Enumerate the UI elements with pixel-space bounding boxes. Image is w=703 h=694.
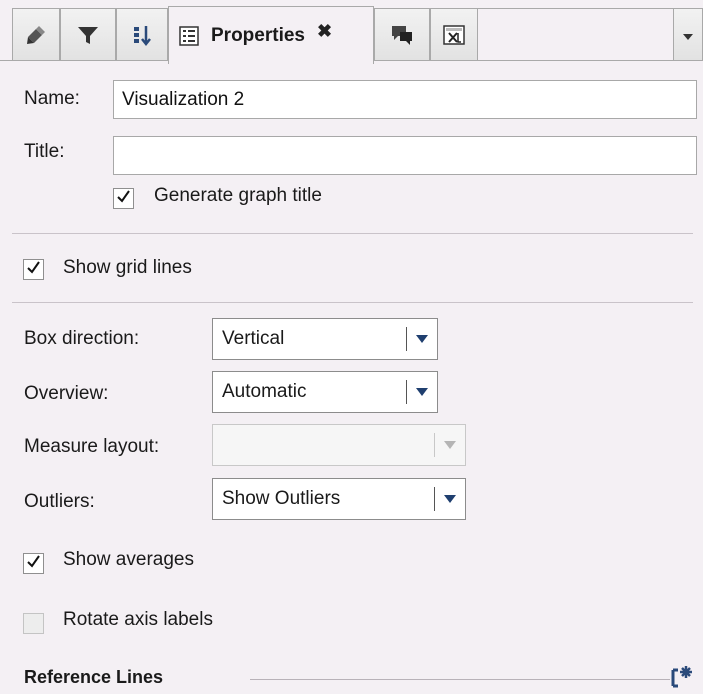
filter-icon — [77, 24, 99, 46]
chevron-down-icon[interactable] — [435, 495, 465, 503]
box-direction-select[interactable]: Vertical — [212, 318, 438, 360]
tab-properties[interactable]: Properties ✖ — [168, 6, 374, 64]
overview-label: Overview: — [24, 383, 109, 404]
tab-menu-button[interactable] — [673, 8, 703, 60]
name-label: Name: — [24, 88, 80, 109]
chevron-down-icon[interactable] — [407, 388, 437, 396]
reference-lines-heading: Reference Lines — [24, 667, 164, 687]
show-grid-label[interactable]: Show grid lines — [63, 257, 192, 279]
overview-select[interactable]: Automatic — [212, 371, 438, 413]
excel-icon — [443, 24, 465, 46]
show-averages-checkbox[interactable] — [23, 553, 44, 574]
checkmark-icon — [116, 188, 131, 210]
outliers-label: Outliers: — [24, 491, 95, 512]
tab-baseline — [374, 60, 703, 61]
tab-properties-label: Properties — [211, 24, 305, 46]
comments-icon — [390, 24, 414, 46]
tab-edit[interactable] — [12, 8, 60, 60]
add-icon — [670, 666, 694, 693]
add-reference-line-button[interactable] — [670, 664, 694, 694]
close-icon[interactable]: ✖ — [317, 21, 332, 42]
rotate-axis-label[interactable]: Rotate axis labels — [63, 609, 213, 631]
rotate-axis-checkbox[interactable] — [23, 613, 44, 634]
show-grid-checkbox[interactable] — [23, 259, 44, 280]
generate-title-label[interactable]: Generate graph title — [154, 185, 322, 207]
title-label: Title: — [24, 141, 65, 162]
measure-layout-label: Measure layout: — [24, 436, 160, 457]
name-field[interactable]: Visualization 2 — [113, 80, 697, 119]
overview-value: Automatic — [222, 381, 307, 402]
tab-filler — [478, 8, 674, 60]
chevron-down-icon — [683, 24, 693, 46]
show-averages-label[interactable]: Show averages — [63, 549, 194, 571]
chevron-down-icon — [435, 441, 465, 449]
tab-ranks[interactable] — [116, 8, 168, 60]
sort-icon — [131, 24, 153, 46]
generate-title-checkbox[interactable] — [113, 188, 134, 209]
measure-layout-select — [212, 424, 466, 466]
section-rule — [250, 679, 670, 680]
divider — [12, 302, 693, 303]
tab-filters[interactable] — [60, 8, 116, 60]
edit-icon — [25, 24, 47, 46]
properties-icon — [179, 25, 199, 46]
outliers-value: Show Outliers — [222, 488, 341, 509]
tab-comments[interactable] — [374, 8, 430, 60]
tab-baseline — [0, 60, 168, 61]
divider — [12, 233, 693, 234]
name-value: Visualization 2 — [122, 88, 245, 110]
tab-excel[interactable] — [430, 8, 478, 60]
box-direction-value: Vertical — [222, 328, 285, 349]
checkmark-icon — [26, 553, 41, 575]
box-direction-label: Box direction: — [24, 328, 140, 349]
title-field[interactable] — [113, 136, 697, 175]
outliers-select[interactable]: Show Outliers — [212, 478, 466, 520]
tab-bar: Properties ✖ — [0, 0, 703, 64]
chevron-down-icon[interactable] — [407, 335, 437, 343]
checkmark-icon — [26, 259, 41, 281]
